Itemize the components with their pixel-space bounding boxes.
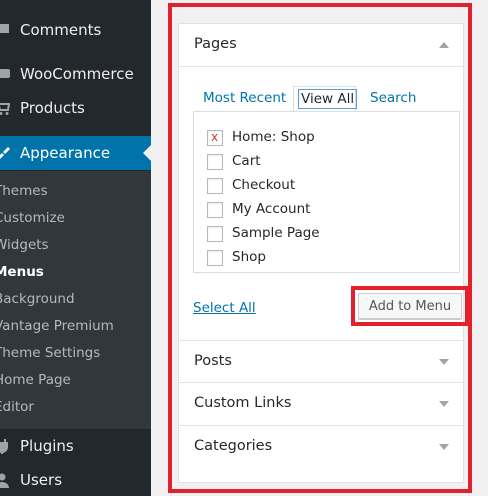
tab-label: View All [298, 89, 358, 109]
submenu-item-editor[interactable]: Editor [0, 394, 151, 421]
checked-x-icon: x [211, 130, 219, 144]
sidebar-item-appearance[interactable]: Appearance [0, 136, 152, 170]
section-title: Posts [194, 353, 232, 369]
highlight-box-add-button: Add to Menu [351, 286, 469, 326]
section-title: Pages [194, 36, 237, 52]
expand-arrow-icon[interactable] [439, 359, 449, 365]
submenu-item-label: Vantage Premium [0, 318, 114, 334]
checkbox[interactable] [207, 178, 223, 194]
submenu-item-label: Theme Settings [0, 345, 101, 361]
item-label: Sample Page [232, 225, 320, 241]
sidebar-item-label: Comments [20, 21, 102, 39]
tab-most-recent[interactable]: Most Recent [203, 90, 286, 106]
sidebar-item-label: WooCommerce [20, 65, 134, 83]
sidebar-item-label: Products [20, 99, 85, 117]
submenu-item-vantage-premium[interactable]: Vantage Premium [0, 313, 151, 340]
item-label: Shop [232, 249, 266, 265]
checkbox[interactable] [207, 202, 223, 218]
submenu-item-label: Editor [0, 399, 34, 415]
sidebar-item-label: Users [20, 471, 63, 489]
submenu-item-menus[interactable]: Menus [0, 259, 151, 286]
plugin-icon [0, 439, 8, 454]
checkbox[interactable] [207, 154, 223, 170]
sidebar-item-comments[interactable]: Comments [0, 13, 151, 47]
submenu-item-background[interactable]: Background [0, 286, 151, 313]
appearance-submenu: Themes Customize Widgets Menus Backgroun… [0, 171, 151, 429]
submenu-item-themes[interactable]: Themes [0, 178, 151, 205]
select-all-link[interactable]: Select All [193, 300, 256, 316]
sidebar-item-label: Appearance [20, 144, 111, 162]
sidebar-item-label: Plugins [20, 437, 74, 455]
add-to-menu-button[interactable]: Add to Menu [358, 293, 462, 319]
checkbox[interactable] [207, 250, 223, 266]
submenu-item-label: Widgets [0, 237, 49, 253]
sidebar-item-users[interactable]: Users [0, 463, 151, 496]
tab-search[interactable]: Search [370, 90, 416, 106]
submenu-item-home-page[interactable]: Home Page [0, 367, 151, 394]
admin-sidebar: Comments WooCommerce Products Appearance… [0, 0, 152, 496]
expand-arrow-icon[interactable] [439, 444, 449, 450]
menu-items-panel: Pages Most Recent View All Search x Home… [178, 23, 469, 483]
posts-section-header[interactable]: Posts [179, 340, 463, 383]
submenu-item-label: Themes [0, 183, 48, 199]
current-menu-arrow [143, 144, 152, 162]
item-label: My Account [232, 201, 311, 217]
checkbox[interactable]: x [207, 130, 223, 146]
section-title: Custom Links [194, 395, 292, 411]
submenu-item-label: Background [0, 291, 75, 307]
tab-view-all[interactable]: View All [293, 86, 358, 112]
submenu-item-theme-settings[interactable]: Theme Settings [0, 340, 151, 367]
custom-links-section-header[interactable]: Custom Links [179, 383, 463, 426]
checkbox[interactable] [207, 226, 223, 242]
sidebar-item-woocommerce[interactable]: WooCommerce [0, 57, 151, 91]
collapse-arrow-icon[interactable] [439, 42, 449, 48]
item-label: Checkout [232, 177, 296, 193]
submenu-item-label: Customize [0, 210, 65, 226]
submenu-item-label: Home Page [0, 372, 71, 388]
pages-checklist: x Home: Shop Cart Checkout My Account Sa… [193, 111, 460, 273]
pages-section-header[interactable]: Pages [179, 24, 463, 67]
submenu-item-label: Menus [0, 264, 44, 280]
categories-section-header[interactable]: Categories [179, 426, 463, 469]
comment-icon [0, 24, 9, 33]
submenu-item-customize[interactable]: Customize [0, 205, 151, 232]
item-label: Home: Shop [232, 129, 315, 145]
highlight-box-pages: Pages Most Recent View All Search x Home… [168, 3, 472, 493]
woocommerce-icon [0, 69, 10, 78]
paintbrush-icon [0, 147, 10, 159]
users-icon [0, 473, 9, 488]
expand-arrow-icon[interactable] [439, 401, 449, 407]
item-label: Cart [232, 153, 261, 169]
submenu-item-widgets[interactable]: Widgets [0, 232, 151, 259]
sidebar-item-plugins[interactable]: Plugins [0, 429, 151, 463]
section-title: Categories [194, 438, 273, 454]
products-icon [0, 103, 10, 115]
sidebar-item-products[interactable]: Products [0, 91, 151, 125]
